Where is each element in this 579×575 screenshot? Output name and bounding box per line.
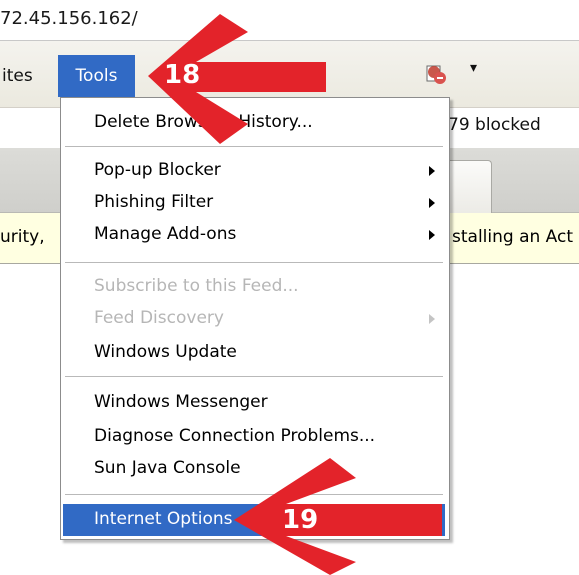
tools-menu: Delete Browsing History... Pop-up Blocke… xyxy=(60,97,450,540)
menu-separator xyxy=(65,262,443,263)
infobar-text-left: urity, xyxy=(0,227,45,247)
menu-item-windows-messenger[interactable]: Windows Messenger xyxy=(94,392,268,412)
submenu-arrow-icon xyxy=(429,166,435,176)
menu-separator xyxy=(65,494,443,495)
address-bar[interactable]: 72.45.156.162/ xyxy=(0,0,579,41)
feeds-icon[interactable] xyxy=(424,62,448,86)
menu-item-internet-options[interactable]: Internet Options xyxy=(94,509,233,529)
popup-blocked-status[interactable]: 79 blocked xyxy=(448,115,541,135)
menu-separator xyxy=(65,376,443,377)
menu-item-feed-discovery: Feed Discovery xyxy=(94,308,224,328)
menu-item-sun-java-console[interactable]: Sun Java Console xyxy=(94,458,241,478)
address-url[interactable]: 72.45.156.162/ xyxy=(0,8,138,29)
submenu-arrow-icon xyxy=(429,314,435,324)
menu-item-popup-blocker[interactable]: Pop-up Blocker xyxy=(94,160,221,180)
submenu-arrow-icon xyxy=(429,198,435,208)
menu-tools-label: Tools xyxy=(75,66,118,86)
submenu-arrow-icon xyxy=(429,230,435,240)
menu-item-windows-update[interactable]: Windows Update xyxy=(94,342,237,362)
step-19-label: 19 xyxy=(282,505,319,535)
menu-item-delete-browsing-history[interactable]: Delete Browsing History... xyxy=(94,112,313,132)
menu-item-subscribe-feed: Subscribe to this Feed... xyxy=(94,276,299,296)
menu-item-diagnose-connection[interactable]: Diagnose Connection Problems... xyxy=(94,426,375,446)
infobar-text-right: stalling an Act xyxy=(452,227,574,247)
step-18-label: 18 xyxy=(164,60,201,90)
menu-favorites[interactable]: ites xyxy=(2,66,33,86)
blocked-label: 79 blocked xyxy=(448,115,541,135)
menu-item-phishing-filter[interactable]: Phishing Filter xyxy=(94,192,213,212)
menu-tools[interactable]: Tools xyxy=(58,55,135,97)
menu-separator xyxy=(65,146,443,147)
menu-item-manage-addons[interactable]: Manage Add-ons xyxy=(94,224,236,244)
chevron-down-icon[interactable]: ▾ xyxy=(470,60,477,76)
